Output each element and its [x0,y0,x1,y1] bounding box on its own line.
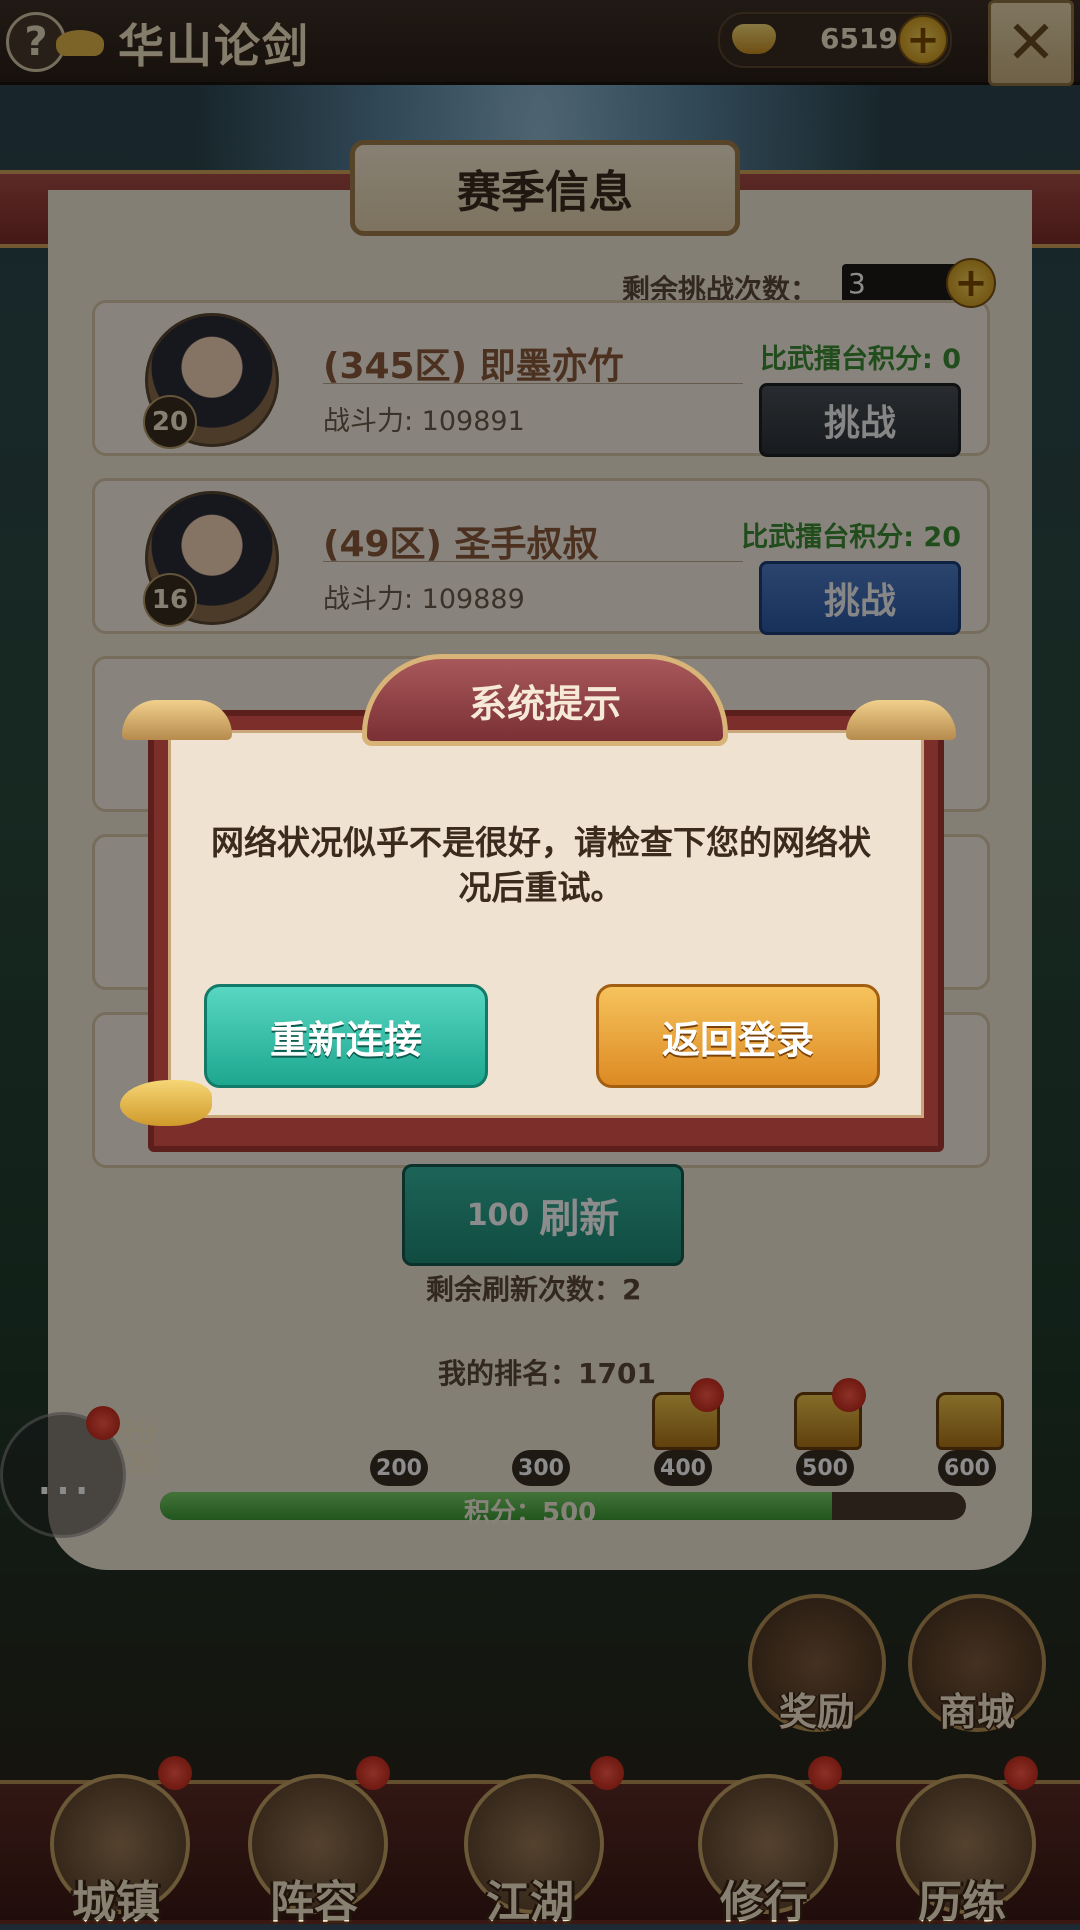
back-to-login-button[interactable]: 返回登录 [596,984,880,1088]
dialog-message: 网络状况似乎不是很好，请检查下您的网络状况后重试。 [211,823,871,907]
modal-corner-ornament [846,700,956,740]
gold-leaf-ornament [120,1080,212,1126]
dialog-title: 系统提示 [362,654,728,746]
reconnect-button[interactable]: 重新连接 [204,984,488,1088]
modal-corner-ornament [122,700,232,740]
